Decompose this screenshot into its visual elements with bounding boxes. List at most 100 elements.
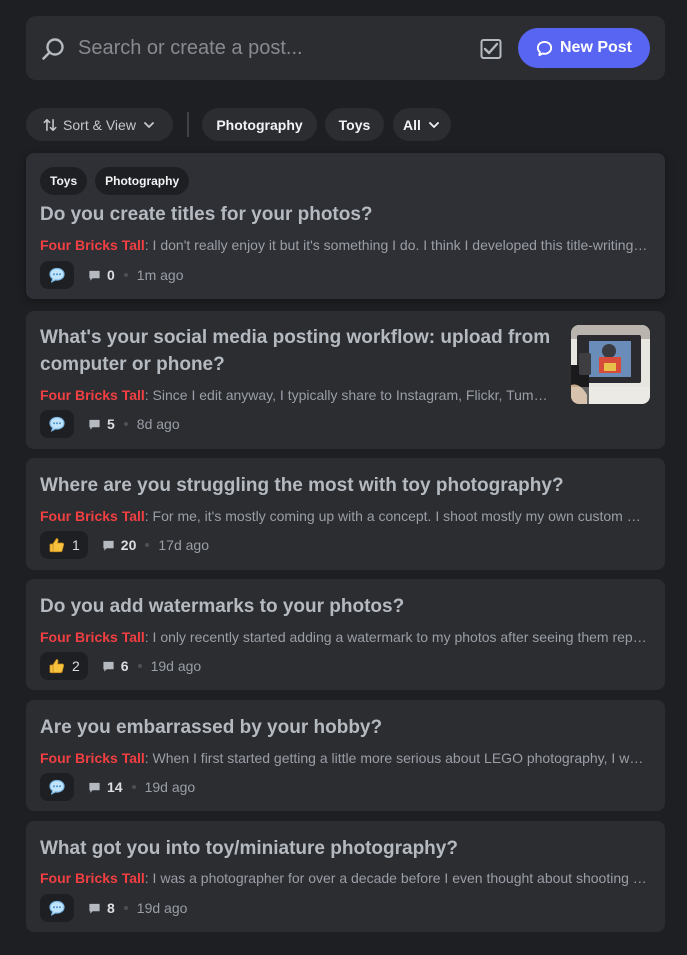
- filter-tag-toys[interactable]: Toys: [325, 108, 384, 141]
- post-card[interactable]: Toys Photography Do you create titles fo…: [26, 153, 665, 299]
- post-card[interactable]: Where are you struggling the most with t…: [26, 458, 665, 570]
- thumbs-up-icon: [49, 538, 65, 553]
- post-time: 17d ago: [158, 537, 209, 553]
- post-tag[interactable]: Photography: [95, 167, 190, 195]
- reaction-button[interactable]: 1: [40, 531, 88, 559]
- message-icon: [89, 419, 100, 430]
- speech-bubble-icon: [49, 779, 65, 795]
- post-thumbnail[interactable]: [571, 325, 650, 404]
- speech-bubble-icon: [49, 900, 65, 916]
- message-icon: [103, 661, 114, 672]
- reply-count-value: 8: [107, 900, 115, 916]
- post-title: Are you embarrassed by your hobby?: [40, 717, 383, 738]
- search-input[interactable]: [78, 34, 458, 62]
- post-card[interactable]: What got you into toy/miniature photogra…: [26, 821, 665, 932]
- message-icon: [89, 903, 100, 914]
- reaction-button[interactable]: 2: [40, 652, 88, 680]
- post-author: Four Bricks Tall: [40, 870, 145, 886]
- post-meta: 8 19d ago: [40, 894, 187, 922]
- search-bar: New Post: [26, 16, 665, 80]
- post-preview: Four Bricks Tall: I was a photographer f…: [40, 869, 648, 887]
- post-title: What's your social media posting workflo…: [40, 327, 551, 375]
- search-icon: [42, 38, 64, 60]
- post-tags: Toys Photography: [40, 167, 190, 195]
- reply-count: 14: [88, 779, 123, 795]
- post-tag[interactable]: Toys: [40, 167, 88, 195]
- new-post-label: New Post: [559, 39, 632, 56]
- post-title: What got you into toy/miniature photogra…: [40, 838, 458, 859]
- sort-view-label: Sort & View: [63, 116, 136, 133]
- separator-dot: [145, 543, 150, 547]
- post-meta: 2 6 19d ago: [40, 652, 201, 680]
- reply-count-value: 0: [107, 267, 115, 283]
- post-preview: Four Bricks Tall: Since I edit anyway, I…: [40, 386, 554, 404]
- post-time: 1m ago: [136, 267, 184, 283]
- post-time: 19d ago: [136, 900, 188, 916]
- post-title: Do you add watermarks to your photos?: [40, 596, 405, 617]
- message-icon: [89, 782, 100, 793]
- post-preview-text: : When I first started getting a little …: [144, 750, 648, 766]
- post-preview: Four Bricks Tall: When I first started g…: [40, 749, 648, 767]
- filter-tag-label: Toys: [338, 116, 371, 133]
- reply-count-value: 20: [120, 537, 137, 553]
- reply-count-value: 14: [107, 779, 123, 795]
- speech-bubble-icon: [49, 416, 65, 432]
- reply-count: 6: [102, 658, 129, 674]
- chevron-down-icon: [429, 121, 439, 128]
- separator-dot: [123, 273, 128, 277]
- message-icon: [89, 270, 100, 281]
- post-preview: Four Bricks Tall: I don't really enjoy i…: [40, 236, 648, 254]
- post-preview-text: : Since I edit anyway, I typically share…: [144, 387, 554, 403]
- filter-divider: [187, 112, 189, 137]
- speech-bubble-icon: [49, 267, 65, 283]
- post-preview-text: : For me, it's mostly coming up with a c…: [144, 508, 648, 524]
- post-preview: Four Bricks Tall: I only recently starte…: [40, 628, 648, 646]
- filter-all-label: All: [403, 116, 421, 133]
- post-preview-text: : I was a photographer for over a decade…: [144, 870, 648, 886]
- filter-tag-photography[interactable]: Photography: [202, 108, 317, 141]
- reaction-button[interactable]: [40, 773, 74, 801]
- separator-dot: [137, 664, 142, 668]
- chevron-down-icon: [144, 121, 154, 128]
- post-author: Four Bricks Tall: [40, 508, 145, 524]
- message-icon: [103, 540, 114, 551]
- separator-dot: [123, 422, 128, 426]
- reply-count: 0: [88, 267, 115, 283]
- reaction-button[interactable]: [40, 410, 74, 438]
- post-preview: Four Bricks Tall: For me, it's mostly co…: [40, 507, 648, 525]
- separator-dot: [131, 785, 136, 789]
- post-author: Four Bricks Tall: [40, 387, 145, 403]
- post-author: Four Bricks Tall: [40, 237, 145, 253]
- reaction-button[interactable]: [40, 261, 74, 289]
- chat-bubble-icon: [536, 40, 553, 56]
- reply-count-value: 5: [107, 416, 115, 432]
- thumbs-up-icon: [49, 659, 65, 674]
- post-author: Four Bricks Tall: [40, 629, 145, 645]
- post-card[interactable]: Do you add watermarks to your photos? Fo…: [26, 579, 665, 690]
- post-preview-text: : I don't really enjoy it but it's somet…: [144, 237, 648, 253]
- reaction-button[interactable]: [40, 894, 74, 922]
- reply-count: 20: [102, 537, 137, 553]
- post-title: Do you create titles for your photos?: [40, 204, 373, 225]
- reaction-count: 1: [72, 537, 80, 553]
- filter-all-dropdown[interactable]: All: [393, 108, 451, 141]
- reply-count: 5: [88, 416, 115, 432]
- checklist-icon[interactable]: [480, 38, 502, 60]
- post-preview-text: : I only recently started adding a water…: [144, 629, 648, 645]
- reply-count: 8: [88, 900, 115, 916]
- separator-dot: [123, 906, 128, 910]
- post-time: 19d ago: [144, 779, 196, 795]
- photo-thumbnail-icon: [571, 325, 650, 404]
- sort-view-button[interactable]: Sort & View: [26, 108, 173, 141]
- post-title: Where are you struggling the most with t…: [40, 475, 564, 496]
- new-post-button[interactable]: New Post: [518, 28, 650, 68]
- post-meta: 1 20 17d ago: [40, 531, 209, 559]
- sort-arrows-icon: [43, 118, 57, 131]
- post-time: 8d ago: [136, 416, 180, 432]
- post-card[interactable]: Are you embarrassed by your hobby? Four …: [26, 700, 665, 811]
- post-card[interactable]: What's your social media posting workflo…: [26, 311, 665, 449]
- post-meta: 0 1m ago: [40, 261, 184, 289]
- filter-tag-label: Photography: [216, 116, 303, 133]
- post-author: Four Bricks Tall: [40, 750, 145, 766]
- post-time: 19d ago: [150, 658, 202, 674]
